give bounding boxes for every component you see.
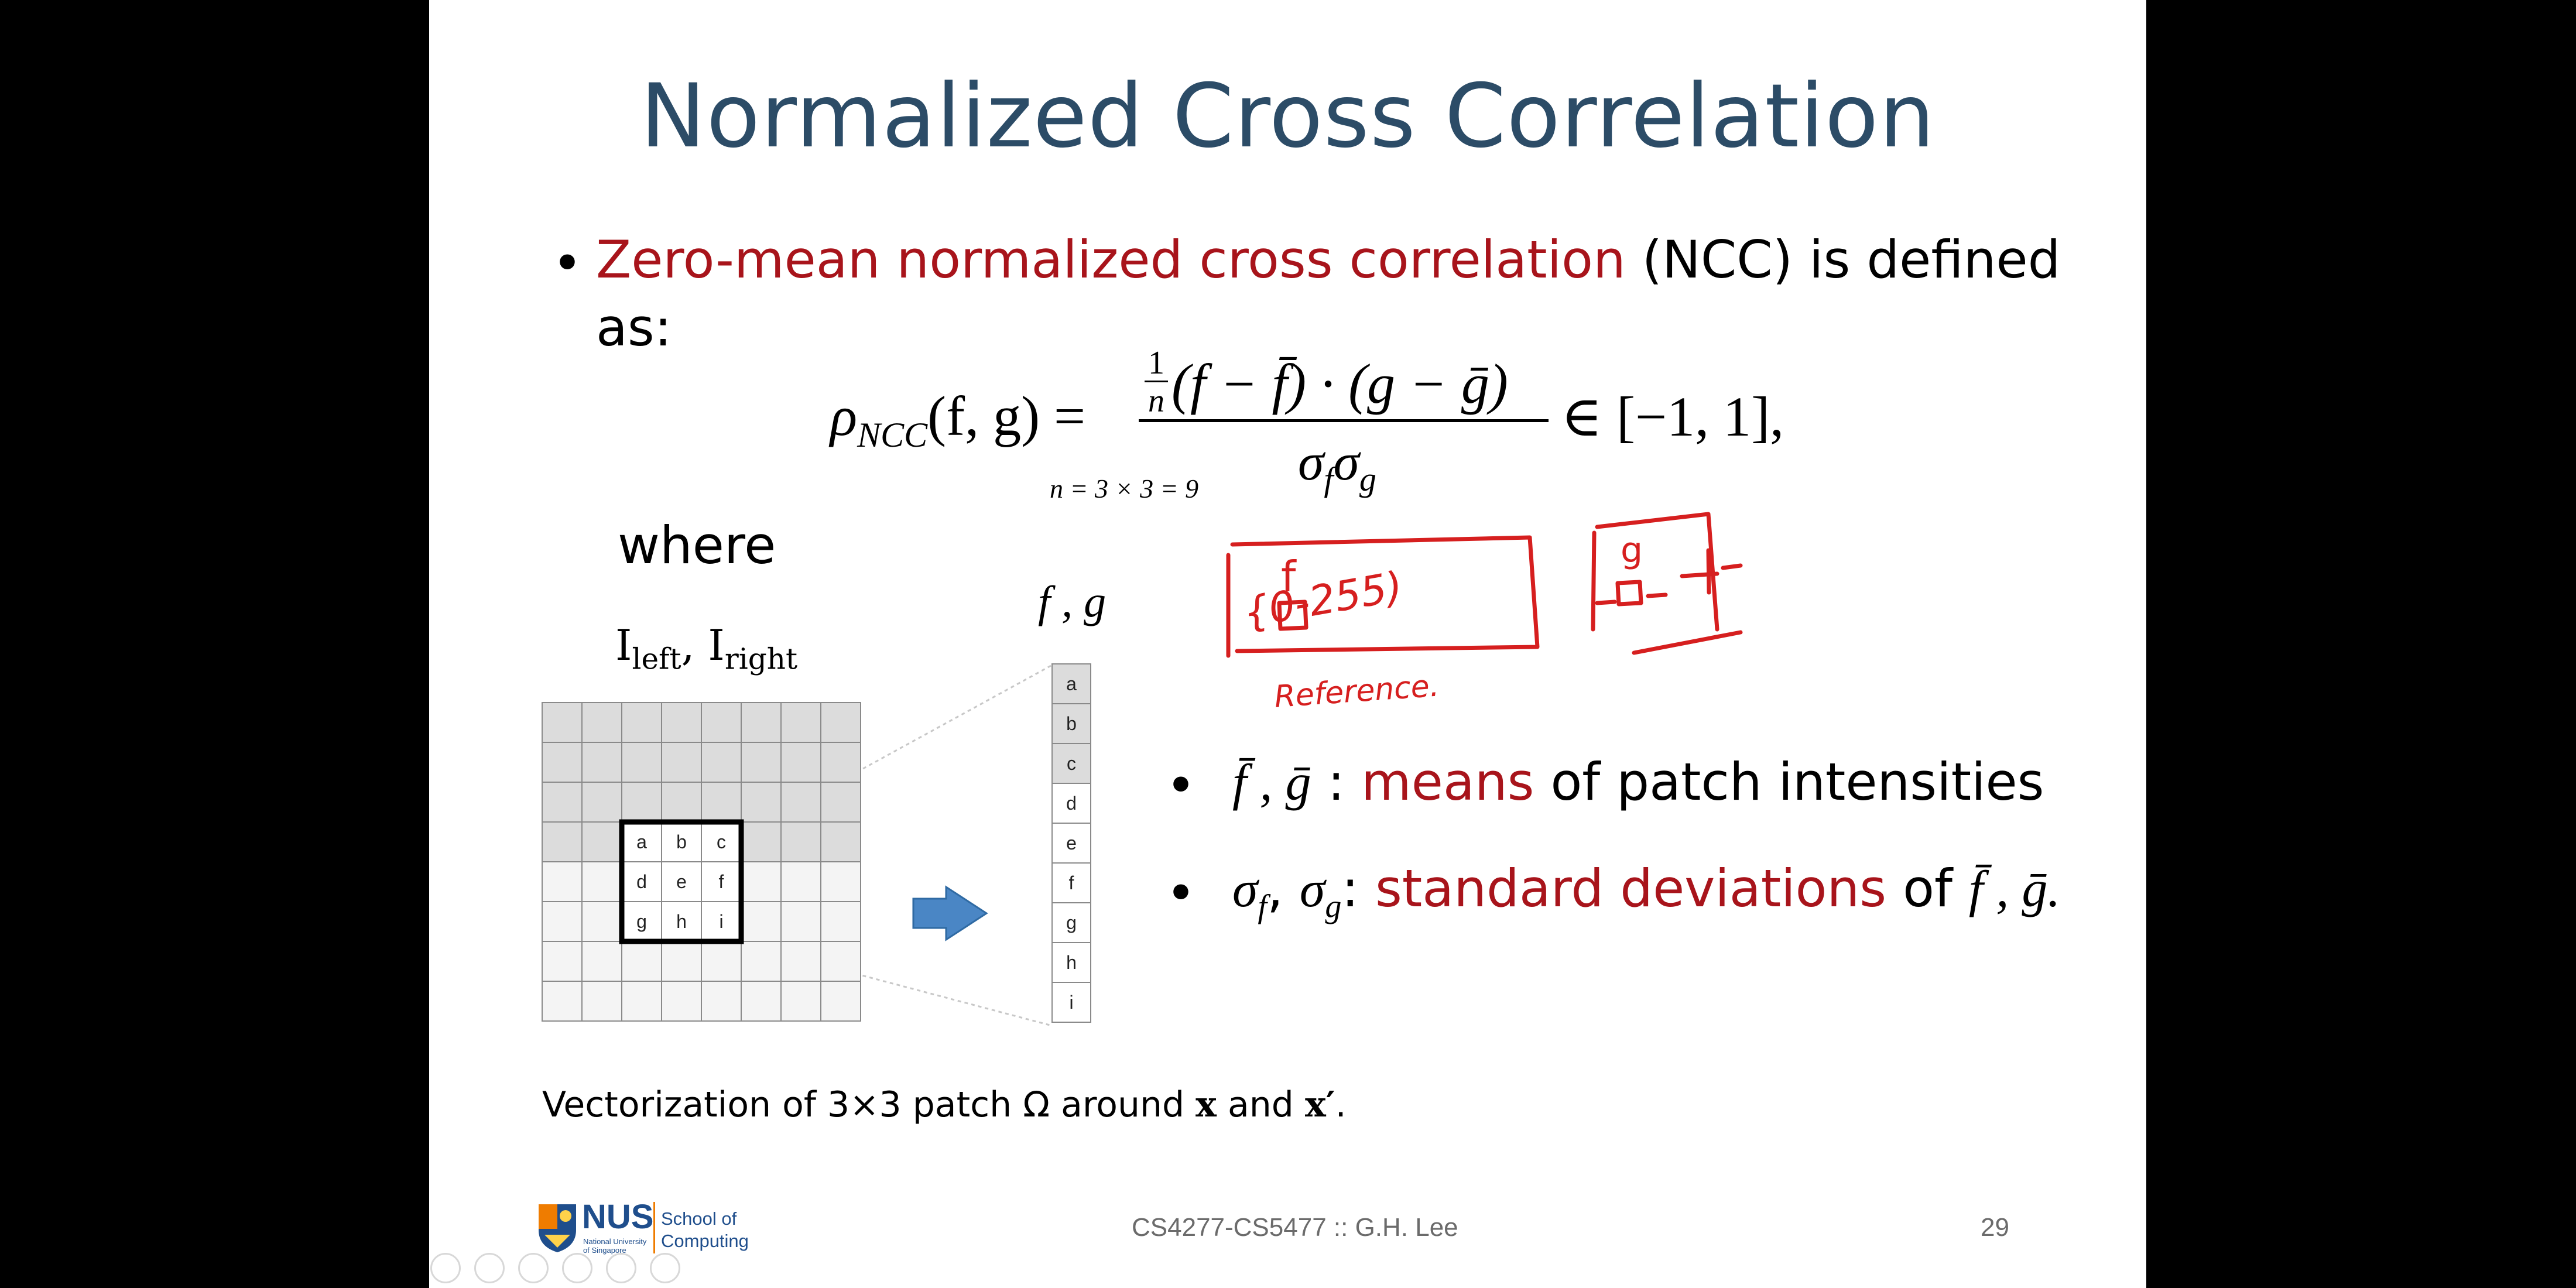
page-number: 29 bbox=[1981, 1213, 2009, 1242]
f-box-label: f bbox=[1281, 552, 1297, 601]
previous-slide-button[interactable] bbox=[430, 1253, 461, 1283]
g-box-label: g bbox=[1621, 530, 1643, 571]
next-slide-button[interactable] bbox=[474, 1253, 505, 1283]
school-name: School of Computing bbox=[661, 1208, 749, 1251]
pen-tool-button[interactable] bbox=[518, 1253, 549, 1283]
g-small-square bbox=[1615, 580, 1643, 607]
slide: Normalized Cross Correlation • Zero-mean… bbox=[429, 0, 2146, 1288]
nus-logo-subtext: National University of Singapore bbox=[583, 1237, 647, 1255]
course-footer: CS4277-CS5477 :: G.H. Lee bbox=[1132, 1213, 1458, 1242]
range-annotation: {0-255) bbox=[1239, 562, 1406, 638]
nus-logo-text: NUS bbox=[582, 1198, 654, 1236]
nus-crest-icon bbox=[539, 1204, 576, 1252]
logo-divider bbox=[653, 1202, 655, 1253]
more-options-button[interactable] bbox=[650, 1253, 680, 1283]
handwritten-annotations: {0-255) f g Reference. bbox=[1226, 512, 1743, 715]
nus-logo: NUS National University of Singapore Sch… bbox=[536, 1197, 864, 1256]
g-box bbox=[1591, 512, 1743, 655]
slide-overview-button[interactable] bbox=[562, 1253, 592, 1283]
zoom-button[interactable] bbox=[606, 1253, 636, 1283]
reference-annotation: Reference. bbox=[1273, 668, 1440, 715]
